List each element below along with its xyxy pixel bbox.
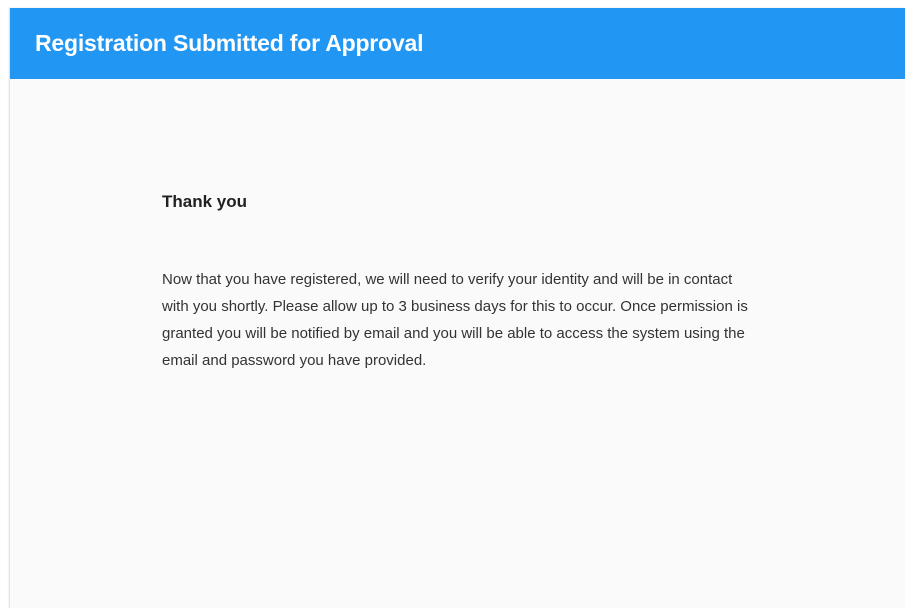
page-title: Registration Submitted for Approval: [35, 30, 424, 56]
confirmation-message: Now that you have registered, we will ne…: [162, 271, 748, 369]
confirmation-card: Registration Submitted for Approval Than…: [9, 8, 905, 608]
page-header: Registration Submitted for Approval: [10, 8, 905, 79]
thank-you-heading: Thank you: [162, 192, 248, 211]
content-section: Thank you Now that you have registered, …: [162, 192, 762, 374]
